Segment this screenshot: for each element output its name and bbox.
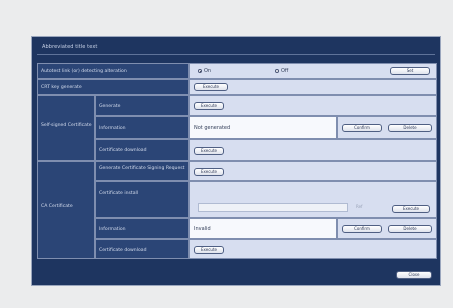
- crt-key-action-cell: Execute: [189, 79, 437, 95]
- crt-key-execute-button[interactable]: Execute: [194, 83, 228, 91]
- ca-information-value-cell: Invalid: [189, 218, 337, 239]
- close-button[interactable]: Close: [396, 271, 432, 279]
- ca-download-label: Certificate download: [99, 248, 147, 253]
- settings-panel: Abbreviated title text Autotest link (or…: [31, 36, 441, 286]
- self-signed-label-cell: Self-signed Certificate: [37, 95, 95, 161]
- information-label: Information: [99, 126, 126, 131]
- ca-confirm-button[interactable]: Confirm: [342, 225, 382, 233]
- cert-install-action-cell: Execute: [189, 181, 437, 218]
- ca-information-label-cell: Information: [95, 218, 189, 239]
- information-value: Not generated: [194, 125, 231, 131]
- cert-download-action-cell: Execute: [189, 139, 437, 161]
- auto-reboot-label-cell: Autotest link (or) detecting alteration: [37, 63, 189, 79]
- ca-download-button[interactable]: Execute: [194, 246, 224, 254]
- information-actions-cell: Confirm Delete: [337, 116, 437, 139]
- csr-execute-button[interactable]: Execute: [194, 168, 224, 176]
- generate-action-cell: Execute: [189, 95, 437, 116]
- cert-install-label: Certificate install: [99, 191, 139, 196]
- cert-download-label: Certificate download: [99, 148, 147, 153]
- ca-download-label-cell: Certificate download: [95, 239, 189, 259]
- radio-off[interactable]: [275, 69, 279, 73]
- self-signed-generate-button[interactable]: Execute: [194, 102, 224, 110]
- cert-install-label-cell: Certificate install: [95, 181, 189, 218]
- auto-reboot-options-cell: On Off Set: [189, 63, 437, 79]
- csr-label: Generate Certificate Signing Request: [99, 166, 185, 171]
- set-button[interactable]: Set: [390, 67, 430, 75]
- panel-title: Abbreviated title text: [42, 44, 98, 50]
- ca-download-action-cell: Execute: [189, 239, 437, 259]
- self-signed-download-button[interactable]: Execute: [194, 147, 224, 155]
- radio-on[interactable]: [198, 69, 202, 73]
- csr-label-cell: Generate Certificate Signing Request: [95, 161, 189, 181]
- self-signed-confirm-button[interactable]: Confirm: [342, 124, 382, 132]
- cert-download-label-cell: Certificate download: [95, 139, 189, 161]
- title-divider: [37, 54, 435, 55]
- radio-on-label: On: [204, 68, 212, 74]
- crt-key-label: CRT key generate: [41, 85, 82, 90]
- ca-delete-button[interactable]: Delete: [388, 225, 432, 233]
- cert-install-execute-button[interactable]: Execute: [392, 205, 430, 213]
- crt-key-label-cell: CRT key generate: [37, 79, 189, 95]
- certificate-file-input[interactable]: [198, 203, 348, 212]
- ca-cert-label-cell: CA Certificate: [37, 161, 95, 259]
- radio-off-label: Off: [281, 68, 289, 74]
- generate-label: Generate: [99, 104, 121, 109]
- csr-action-cell: Execute: [189, 161, 437, 181]
- self-signed-label: Self-signed Certificate: [41, 123, 92, 128]
- information-value-cell: Not generated: [189, 116, 337, 139]
- self-signed-delete-button[interactable]: Delete: [388, 124, 432, 132]
- auto-reboot-label: Autotest link (or) detecting alteration: [41, 69, 127, 74]
- ca-cert-label: CA Certificate: [41, 204, 73, 209]
- file-browse-hint: Ref: [356, 204, 363, 209]
- ca-information-value: Invalid: [194, 226, 211, 232]
- information-label-cell: Information: [95, 116, 189, 139]
- generate-label-cell: Generate: [95, 95, 189, 116]
- ca-information-label: Information: [99, 227, 126, 232]
- ca-information-actions-cell: Confirm Delete: [337, 218, 437, 239]
